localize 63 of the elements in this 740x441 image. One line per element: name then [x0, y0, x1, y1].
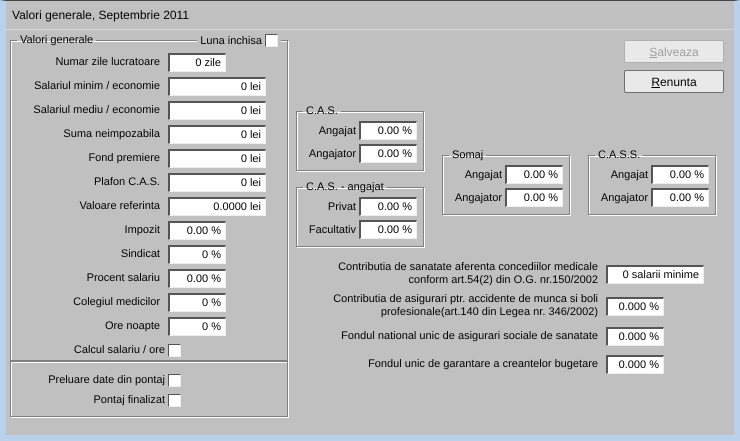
field-label: Contributia de asigurari ptr. accidente de munca si boli profesionale(art.140 din Legea nr. 346/2002): [332, 293, 598, 319]
field-label: Angajator: [600, 192, 648, 204]
input-field[interactable]: 0.00 %: [168, 268, 226, 288]
checkbox-label: Luna inchisa: [200, 34, 262, 46]
checkbox[interactable]: [168, 394, 181, 406]
field-label: Fondul unic de garantare a creantelor bugetare: [367, 358, 598, 370]
field-label: Salariul mediu / economie: [32, 104, 160, 116]
group-title: Somaj: [451, 149, 484, 161]
input-field[interactable]: 0 %: [168, 244, 226, 264]
group-title: C.A.S.: [305, 105, 339, 117]
input-field[interactable]: 0 salarii minime: [606, 264, 704, 284]
input-field[interactable]: 0.00 %: [505, 165, 563, 184]
input-field[interactable]: 0.00 %: [651, 188, 709, 207]
input-field[interactable]: 0.000 %: [606, 296, 664, 316]
input-field[interactable]: 0 lei: [168, 100, 266, 120]
field-label: Angajat: [318, 124, 356, 136]
input-field[interactable]: 0.00 %: [168, 220, 226, 240]
field-label: Suma neimpozabila: [62, 128, 160, 140]
field-label: Angajat: [464, 168, 502, 180]
group-title: C.A.S. - angajat: [305, 181, 385, 193]
input-field[interactable]: 0.00 %: [359, 144, 417, 163]
input-field[interactable]: 0.00 %: [651, 165, 709, 184]
dialog-button[interactable]: Renunta: [624, 70, 724, 93]
checkbox-label: Calcul salariu / ore: [72, 344, 165, 356]
checkbox[interactable]: [168, 344, 181, 356]
field-label: Salariul minim / economie: [33, 80, 160, 92]
field-label: Numar zile lucratoare: [54, 56, 160, 68]
checkbox-label: Preluare date din pontaj: [47, 374, 165, 386]
checkbox[interactable]: [168, 374, 181, 386]
checkbox[interactable]: [265, 34, 278, 47]
field-label: Fondul national unic de asigurari sociale de sanatate: [340, 330, 598, 342]
input-field[interactable]: 0.00 %: [359, 121, 417, 140]
field-label: Valoare referinta: [78, 200, 160, 212]
input-field[interactable]: 0 lei: [168, 172, 266, 192]
input-field[interactable]: 0 lei: [168, 124, 266, 144]
input-field[interactable]: 0.000 %: [606, 326, 664, 346]
input-field[interactable]: 0 lei: [168, 148, 266, 168]
window-title: Valori generale, Septembrie 2011: [12, 8, 189, 22]
field-label: Angajat: [610, 168, 648, 180]
input-field[interactable]: 0 zile: [168, 52, 226, 72]
field-label: Angajator: [308, 148, 356, 160]
checkbox-label: Pontaj finalizat: [92, 394, 165, 406]
input-field[interactable]: 0.0000 lei: [168, 196, 266, 216]
input-field[interactable]: 0 lei: [168, 76, 266, 96]
group-title: C.A.S.S.: [597, 149, 642, 161]
field-label: Ore noapte: [104, 320, 160, 332]
input-field[interactable]: 0.00 %: [359, 197, 417, 216]
field-label: Plafon C.A.S.: [92, 176, 160, 188]
input-field[interactable]: 0.00 %: [505, 188, 563, 207]
field-label: Facultativ: [308, 224, 356, 236]
field-label: Contributia de sanatate aferenta concediilor medicale conform art.54(2) din O.G. nr.150/2002: [337, 261, 598, 287]
field-label: Impozit: [124, 224, 160, 236]
input-field[interactable]: 0 %: [168, 316, 226, 336]
field-label: Procent salariu: [86, 272, 160, 284]
field-label: Fond premiere: [87, 152, 160, 164]
group-title: Valori generale: [19, 34, 94, 46]
field-label: Colegiul medicilor: [72, 296, 160, 308]
field-label: Privat: [328, 200, 356, 212]
input-field[interactable]: 0.00 %: [359, 220, 417, 239]
input-field[interactable]: 0.000 %: [606, 354, 664, 374]
input-field[interactable]: 0 %: [168, 292, 226, 312]
field-label: Sindicat: [120, 248, 160, 260]
field-label: Angajator: [454, 192, 502, 204]
